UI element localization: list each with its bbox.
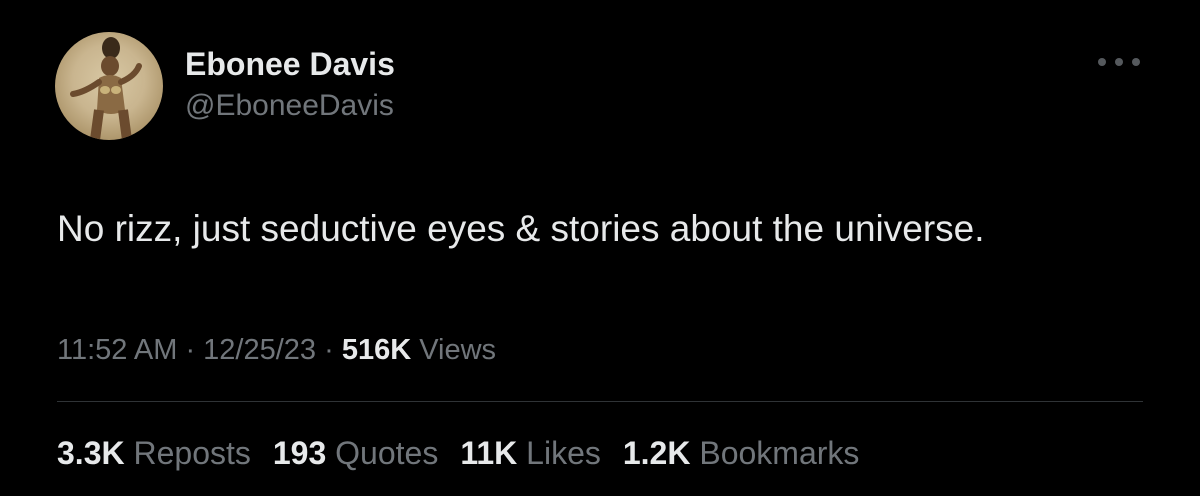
likes-label: Likes — [526, 435, 601, 471]
views-label: Views — [411, 334, 497, 366]
avatar[interactable] — [55, 32, 163, 140]
engagement-stats: 3.3K Reposts 193 Quotes 11K Likes 1.2K B… — [57, 432, 881, 474]
tweet-date[interactable]: 12/25/23 — [203, 334, 316, 366]
more-dot — [1098, 58, 1106, 66]
more-dot — [1115, 58, 1123, 66]
divider — [57, 401, 1143, 402]
tweet-text: No rizz, just seductive eyes & stories a… — [57, 208, 985, 249]
meta-separator: · — [316, 334, 342, 366]
more-horizontal-icon[interactable] — [1098, 52, 1140, 72]
reposts-count: 3.3K — [57, 435, 125, 471]
more-dot — [1132, 58, 1140, 66]
reposts-stat[interactable]: 3.3K Reposts — [57, 432, 251, 474]
likes-count: 11K — [460, 435, 518, 471]
bookmarks-stat[interactable]: 1.2K Bookmarks — [623, 432, 860, 474]
quotes-count: 193 — [272, 435, 327, 471]
reposts-label: Reposts — [133, 435, 251, 471]
meta-separator: · — [177, 334, 204, 366]
quotes-stat[interactable]: 193 Quotes — [273, 432, 438, 474]
tweet-time[interactable]: 11:52 AM — [57, 334, 177, 366]
views-count: 516K — [341, 334, 412, 366]
bookmarks-label: Bookmarks — [699, 435, 860, 471]
bookmarks-count: 1.2K — [622, 435, 691, 471]
author-display-name[interactable]: Ebonee Davis — [185, 44, 395, 84]
tweet-meta: 11:52 AM · 12/25/23 · 516K Views — [57, 330, 496, 370]
author-handle[interactable]: @EboneeDavis — [185, 86, 395, 126]
quotes-label: Quotes — [335, 435, 439, 471]
likes-stat[interactable]: 11K Likes — [460, 432, 601, 474]
tweet-card: Ebonee Davis @EboneeDavis No rizz, just … — [0, 0, 1200, 496]
author-block[interactable]: Ebonee Davis @EboneeDavis — [185, 44, 395, 126]
